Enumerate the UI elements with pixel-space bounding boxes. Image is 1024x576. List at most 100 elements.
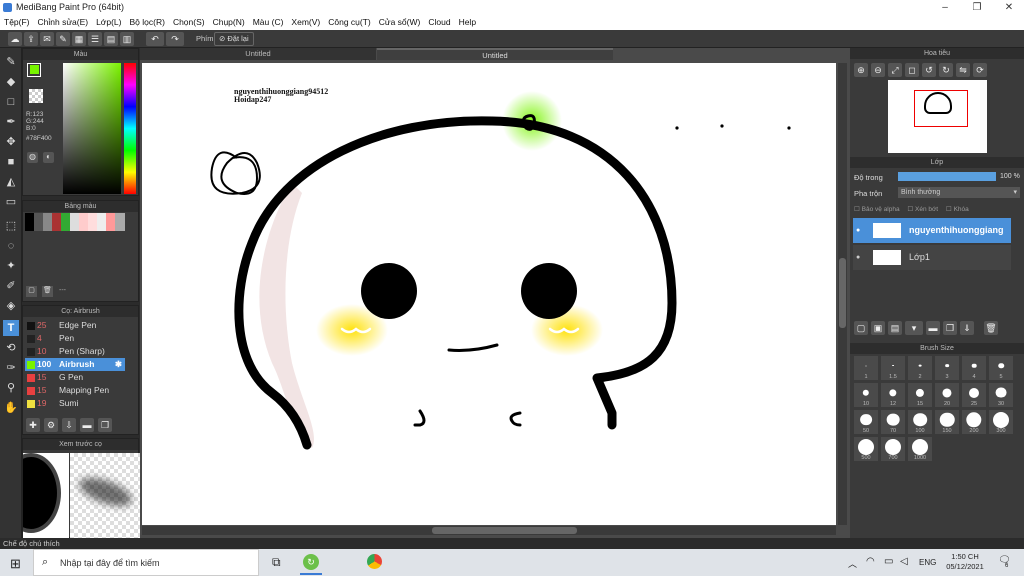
brush-size-cell[interactable]: 5 [989,356,1013,380]
windows-start-icon[interactable]: ⊞ [10,556,21,572]
navigator-preview[interactable] [888,80,987,153]
visibility-icon[interactable]: ● [856,218,860,243]
brush-size-cell[interactable]: 4 [962,356,986,380]
brush-size-cell[interactable]: 200 [962,410,986,434]
horizontal-scroll-thumb[interactable] [432,527,577,534]
duplicate-layer-icon[interactable]: ❐ [943,321,957,335]
dot-icon[interactable]: □ [3,94,19,110]
menu-cloud[interactable]: Cloud [424,15,454,30]
medibang-taskbar-icon[interactable]: ↻ [303,554,319,570]
brush-size-cell[interactable]: 100 [908,410,932,434]
brush-item[interactable]: 25 Edge Pen [25,319,125,332]
tab-untitled-1[interactable]: Untitled [140,48,376,60]
select-rect-icon[interactable]: ⬚ [3,218,19,234]
lock-checkbox[interactable]: ☐ [946,206,952,213]
menu-layer[interactable]: Lớp(L) [92,15,125,30]
menu-snap[interactable]: Chụp(N) [209,15,249,30]
brush-import-icon[interactable]: ⇩ [62,418,76,432]
protect-alpha-checkbox[interactable]: ☐ [854,206,860,213]
lasso-icon[interactable]: ◌ [3,238,19,254]
brush-item[interactable]: 100 Airbrush ✱ [25,358,125,371]
gradient-icon[interactable]: ▭ [3,194,19,210]
brush-settings-icon[interactable]: ⚙ [44,418,58,432]
fill-rect-icon[interactable]: ■ [3,154,19,170]
menu-help[interactable]: Help [455,15,480,30]
brush-size-cell[interactable]: 30 [989,383,1013,407]
brush-copy-icon[interactable]: ❐ [98,418,112,432]
clipping-checkbox[interactable]: ☐ [907,206,913,213]
brush-size-cell[interactable]: 700 [881,437,905,461]
background-color[interactable] [29,89,43,103]
fit-icon[interactable]: ⤢ [888,63,902,77]
rotate-left-icon[interactable]: ↺ [922,63,936,77]
minimize-button[interactable]: – [930,0,960,15]
cloud-icon[interactable]: ☁ [8,32,22,46]
pen-icon[interactable]: ✒ [3,114,19,130]
menu-select[interactable]: Chọn(S) [169,15,209,30]
merge-layer-icon[interactable]: ⇓ [960,321,974,335]
actual-size-icon[interactable]: ◻ [905,63,919,77]
menu-view[interactable]: Xem(V) [287,15,324,30]
select-pen-icon[interactable]: ✐ [3,278,19,294]
chat-icon[interactable]: ✎ [56,32,70,46]
add-brush-icon[interactable]: ✚ [26,418,40,432]
vertical-scroll-thumb[interactable] [839,258,846,328]
brush-size-cell[interactable]: 70 [881,410,905,434]
layer-item-1[interactable]: ● Lớp1 [853,245,1011,270]
battery-icon[interactable]: ▭ [884,556,893,567]
brush-size-cell[interactable]: 500 [854,437,878,461]
brush-folder-icon[interactable]: ▬ [80,418,94,432]
brush-item[interactable]: 4 Pen [25,332,125,345]
brush-size-cell[interactable]: 15 [908,383,932,407]
divide-icon[interactable]: ✑ [3,360,19,376]
menu-window[interactable]: Cửa sổ(W) [375,15,425,30]
undo-button[interactable]: ↶ [146,32,164,46]
vertical-scrollbar[interactable] [838,63,847,525]
chrome-taskbar-icon[interactable] [367,554,382,569]
brush-size-cell[interactable]: 300 [989,410,1013,434]
add-layer-menu-icon[interactable]: ▾ [905,321,923,335]
hue-slider[interactable] [124,63,136,194]
share-icon[interactable]: ⇪ [24,32,38,46]
layer-item-text[interactable]: ● nguyenthihuonggiang [853,218,1011,243]
zoom-in-icon[interactable]: ⊕ [854,63,868,77]
visibility-icon[interactable]: ● [856,245,860,270]
brush-size-cell[interactable]: 2 [908,356,932,380]
reset-view-icon[interactable]: ⟳ [973,63,987,77]
wifi-icon[interactable]: ◠ [866,556,875,567]
grid-icon[interactable]: ▦ [72,32,86,46]
search-box[interactable]: ⌕ Nhập tại đây để tìm kiếm [33,549,259,576]
brush-size-cell[interactable]: 1000 [908,437,932,461]
swatch-grid[interactable] [25,213,125,231]
brush-size-cell[interactable]: 1 [854,356,878,380]
brush-icon[interactable]: ✎ [3,54,19,70]
magic-wand-icon[interactable]: ✦ [3,258,19,274]
brush-item[interactable]: 15 Mapping Pen [25,384,125,397]
eyedropper-icon[interactable]: ⚲ [3,380,19,396]
brush-item[interactable]: 19 Sumi [25,397,125,410]
bucket-icon[interactable]: ◭ [3,174,19,190]
drawing-canvas[interactable]: nguyenthihuonggiang94512 Hoidap247 [142,63,836,525]
menu-color[interactable]: Màu (C) [249,15,288,30]
operation-icon[interactable]: ⟲ [3,340,19,356]
flip-icon[interactable]: ⇋ [956,63,970,77]
brush-size-cell[interactable]: 3 [935,356,959,380]
list-icon[interactable]: ☰ [88,32,102,46]
delete-swatch-icon[interactable]: 🗑 [42,286,53,297]
brush-item[interactable]: 15 G Pen [25,371,125,384]
brush-size-cell[interactable]: 20 [935,383,959,407]
eraser-icon[interactable]: ◆ [3,74,19,90]
move-icon[interactable]: ✥ [3,134,19,150]
speaker-icon[interactable]: ◁ [900,556,908,567]
new-8bit-layer-icon[interactable]: ▤ [888,321,902,335]
brush-size-cell[interactable]: 10 [854,383,878,407]
color-set-icon[interactable]: ◐ [43,152,54,163]
brush-size-cell[interactable]: 1.5 [881,356,905,380]
rotate-right-icon[interactable]: ↻ [939,63,953,77]
panel-icon[interactable]: ▥ [120,32,134,46]
clock[interactable]: 1:50 CH 05/12/2021 [944,552,986,572]
brush-item[interactable]: 10 Pen (Sharp) [25,345,125,358]
menu-file[interactable]: Tệp(F) [0,15,34,30]
delete-layer-icon[interactable]: 🗑 [984,321,998,335]
language-indicator[interactable]: ENG [919,558,936,567]
